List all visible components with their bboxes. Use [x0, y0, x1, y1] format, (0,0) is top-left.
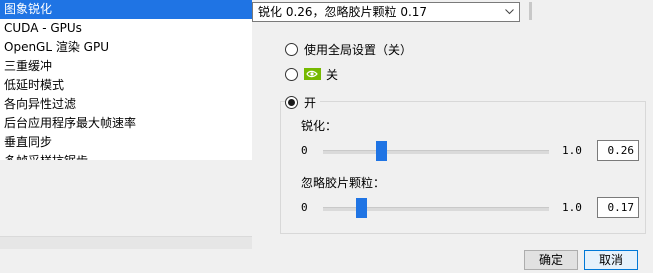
- settings-list[interactable]: 图象锐化 CUDA - GPUs OpenGL 渲染 GPU 三重缓冲 低延时模…: [0, 0, 252, 160]
- setting-value-dropdown[interactable]: 锐化 0.26，忽略胶片颗粒 0.17: [252, 2, 520, 22]
- list-item-triple-buffering[interactable]: 三重缓冲: [0, 57, 252, 76]
- horizontal-scrollbar[interactable]: [0, 236, 252, 249]
- grain-value-field[interactable]: 0.17: [597, 197, 639, 218]
- sharpen-label: 锐化：: [301, 119, 338, 133]
- radio-off[interactable]: 关: [285, 65, 338, 83]
- list-item-msaa[interactable]: 多帧采样抗锯齿: [0, 152, 252, 160]
- radio-on[interactable]: 开: [285, 93, 321, 111]
- list-item-opengl-gpu[interactable]: OpenGL 渲染 GPU: [0, 38, 252, 57]
- use-global-label: 使用全局设置（关）: [304, 42, 413, 57]
- divider: [529, 2, 532, 20]
- sharpen-slider-thumb[interactable]: [376, 141, 388, 161]
- grain-label: 忽略胶片颗粒：: [301, 176, 386, 190]
- list-item-low-latency[interactable]: 低延时模式: [0, 76, 252, 95]
- sharpen-max: 1.0: [562, 144, 582, 157]
- dropdown-value: 锐化 0.26，忽略胶片颗粒 0.17: [258, 5, 428, 19]
- grain-min: 0: [301, 201, 308, 214]
- sharpen-slider-track[interactable]: [323, 150, 549, 154]
- list-item-cuda-gpus[interactable]: CUDA - GPUs: [0, 19, 252, 38]
- radio-use-global[interactable]: 使用全局设置（关）: [285, 40, 412, 58]
- list-item-background-max-fps[interactable]: 后台应用程序最大帧速率: [0, 114, 252, 133]
- radio-button[interactable]: [285, 42, 298, 56]
- cancel-button[interactable]: 取消: [584, 250, 638, 270]
- sharpen-value-field[interactable]: 0.26: [597, 140, 639, 161]
- nvidia-logo-icon: [304, 68, 321, 80]
- list-empty-area: [0, 160, 252, 236]
- top-right-strip: [520, 0, 653, 26]
- grain-max: 1.0: [562, 201, 582, 214]
- options-panel: 使用全局设置（关） 关 开 锐化： 0 1.0 0.26 忽略胶片颗粒： 0 1…: [256, 26, 653, 273]
- list-bottom-area: [0, 249, 252, 273]
- grain-slider-thumb[interactable]: [355, 198, 367, 218]
- on-label: 开: [304, 95, 317, 110]
- sharpen-min: 0: [301, 144, 308, 157]
- off-label: 关: [326, 67, 339, 82]
- list-item-anisotropic-filtering[interactable]: 各向异性过滤: [0, 95, 252, 114]
- ok-button[interactable]: 确定: [524, 250, 578, 270]
- list-item-vsync[interactable]: 垂直同步: [0, 133, 252, 152]
- list-item-image-sharpening[interactable]: 图象锐化: [0, 0, 252, 19]
- chevron-down-icon[interactable]: [503, 3, 515, 21]
- radio-button[interactable]: [285, 95, 298, 109]
- radio-button[interactable]: [285, 67, 298, 81]
